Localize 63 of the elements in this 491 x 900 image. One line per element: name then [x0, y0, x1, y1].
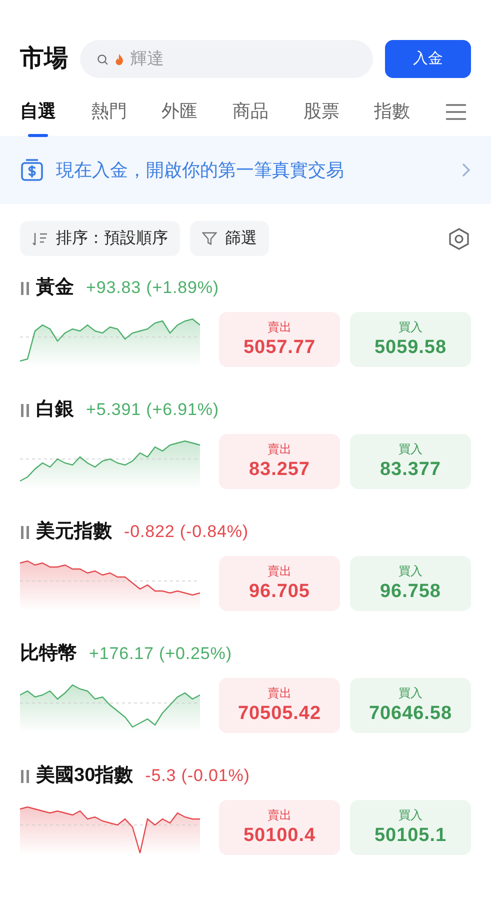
category-tab[interactable]: 外匯 — [162, 98, 198, 133]
sell-label: 賣出 — [268, 563, 292, 580]
sell-label: 賣出 — [268, 807, 292, 824]
buy-price: 96.758 — [380, 580, 441, 604]
buy-label: 買入 — [398, 807, 422, 824]
sell-label: 賣出 — [268, 441, 292, 458]
search-field[interactable]: 輝達 — [80, 40, 373, 78]
sell-button[interactable]: 賣出 5057.77 — [219, 312, 340, 366]
sell-price: 50100.4 — [243, 824, 316, 848]
buy-label: 買入 — [398, 319, 422, 336]
buy-label: 買入 — [398, 685, 422, 702]
buy-price: 70646.58 — [368, 702, 452, 726]
menu-icon[interactable] — [444, 102, 467, 120]
buy-button[interactable]: 買入 83.377 — [350, 434, 471, 488]
sell-button[interactable]: 賣出 96.705 — [219, 556, 340, 610]
sell-button[interactable]: 賣出 70505.42 — [219, 678, 340, 732]
sort-button[interactable]: 排序：預設順序 — [20, 221, 180, 256]
buy-button[interactable]: 買入 50105.1 — [350, 800, 471, 854]
banner-text: 現在入金，開啟你的第一筆真實交易 — [56, 158, 345, 182]
instrument-name: 美元指數 — [36, 519, 112, 544]
sell-button[interactable]: 賣出 50100.4 — [219, 800, 340, 854]
filter-button[interactable]: 篩選 — [190, 221, 269, 256]
chevron-right-icon — [461, 162, 471, 178]
sell-price: 5057.77 — [243, 336, 316, 360]
search-icon — [96, 52, 110, 66]
deposit-banner[interactable]: 現在入金，開啟你的第一筆真實交易 — [0, 136, 491, 204]
category-tab[interactable]: 商品 — [232, 98, 268, 133]
sell-price: 83.257 — [249, 458, 310, 482]
price-change: +176.17 (+0.25%) — [89, 643, 232, 666]
category-tab[interactable]: 指數 — [374, 98, 410, 133]
sell-label: 賣出 — [268, 685, 292, 702]
price-change: -0.822 (-0.84%) — [124, 521, 248, 544]
sell-button[interactable]: 賣出 83.257 — [219, 434, 340, 488]
price-change: -5.3 (-0.01%) — [145, 765, 250, 788]
buy-button[interactable]: 買入 5059.58 — [350, 312, 471, 366]
instrument-name: 比特幣 — [20, 642, 77, 666]
page-title: 市場 — [20, 44, 68, 74]
search-input[interactable]: 輝達 — [130, 46, 357, 72]
flame-icon — [115, 52, 124, 66]
sell-price: 96.705 — [249, 580, 310, 604]
sort-icon — [32, 230, 48, 246]
buy-label: 買入 — [398, 441, 422, 458]
category-tab[interactable]: 自選 — [20, 98, 56, 133]
instrument-name: 黃金 — [36, 276, 74, 300]
buy-button[interactable]: 買入 96.758 — [350, 556, 471, 610]
buy-button[interactable]: 買入 70646.58 — [350, 678, 471, 732]
instrument-name: 白銀 — [36, 398, 74, 422]
dollar-card-icon — [20, 158, 44, 182]
buy-label: 買入 — [398, 563, 422, 580]
instrument-name: 美國30指數 — [36, 763, 134, 788]
tab-indicator — [28, 134, 48, 137]
buy-price: 50105.1 — [374, 824, 446, 848]
buy-price: 83.377 — [380, 458, 441, 482]
price-change: +93.83 (+1.89%) — [86, 277, 220, 300]
sell-price: 70505.42 — [238, 702, 322, 726]
settings-icon[interactable] — [447, 226, 471, 250]
category-tab[interactable]: 股票 — [303, 98, 340, 133]
sell-label: 賣出 — [268, 319, 292, 336]
price-change: +5.391 (+6.91%) — [86, 399, 220, 422]
filter-icon — [202, 231, 217, 246]
category-tab[interactable]: 熱門 — [90, 98, 127, 133]
buy-price: 5059.58 — [374, 336, 446, 360]
deposit-button[interactable]: 入金 — [385, 40, 471, 78]
